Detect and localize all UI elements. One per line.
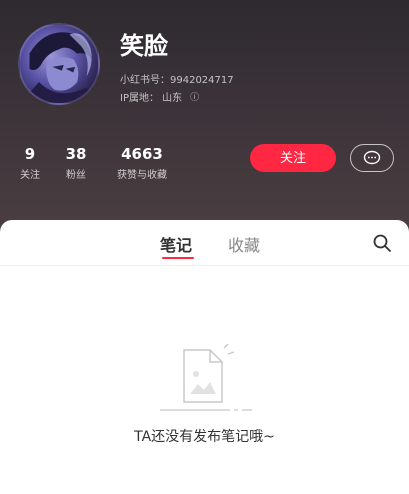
stat-followers-label: 粉丝 [66, 170, 86, 181]
user-id: 小红书号：9942024717 [120, 75, 234, 86]
chat-bubble-icon [363, 150, 381, 165]
ip-location-text: IP属地： 山东 [120, 93, 183, 104]
stat-following[interactable]: 9 关注 [16, 145, 44, 181]
profile-stats: 9 关注 38 粉丝 4663 获赞与收藏 [0, 145, 230, 185]
user-name: 笑脸 [120, 32, 168, 60]
ip-location: IP属地： 山东 ⓘ [120, 89, 199, 104]
message-button[interactable] [350, 144, 394, 172]
search-icon[interactable] [372, 233, 392, 253]
tab-collections[interactable]: 收藏 [228, 232, 260, 256]
avatar[interactable] [18, 23, 100, 105]
stat-following-count: 9 [24, 145, 36, 163]
tab-active-indicator [162, 257, 194, 259]
stat-likes-count: 4663 [121, 145, 163, 163]
stat-followers-count: 38 [65, 145, 87, 163]
stat-likes-collects[interactable]: 4663 获赞与收藏 [108, 145, 176, 181]
empty-state-message: TA还没有发布笔记哦~ [134, 429, 275, 445]
info-icon[interactable]: ⓘ [190, 90, 199, 103]
stat-followers[interactable]: 38 粉丝 [60, 145, 92, 181]
tab-bar: 笔记 收藏 [0, 220, 409, 266]
avatar-image [20, 32, 98, 103]
follow-button[interactable]: 关注 [250, 144, 336, 172]
stat-following-label: 关注 [20, 170, 40, 181]
content-panel: 笔记 收藏 TA还没有发布笔记哦~ [0, 220, 409, 494]
stat-likes-label: 获赞与收藏 [117, 170, 167, 181]
profile-header: 笑脸 小红书号：9942024717 IP属地： 山东 ⓘ 9 关注 38 粉丝… [0, 0, 409, 232]
tab-notes[interactable]: 笔记 [160, 232, 192, 256]
empty-notes-icon [160, 344, 252, 411]
